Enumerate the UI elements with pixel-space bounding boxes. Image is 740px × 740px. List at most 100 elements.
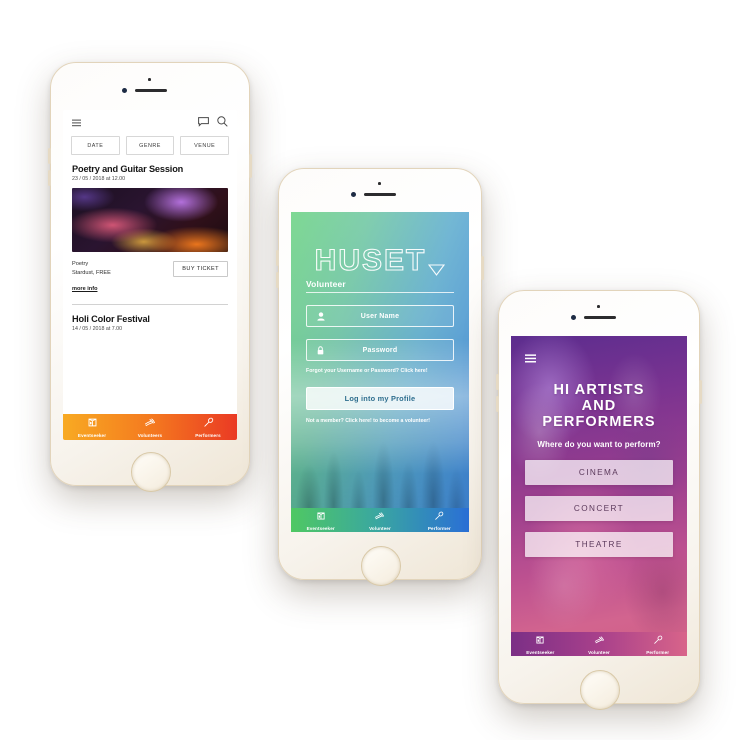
front-camera (122, 88, 127, 93)
bottom-navigation: Eventseeker Volunteer Performer (511, 632, 687, 656)
filter-date-button[interactable]: DATE (71, 136, 120, 155)
hamburger-menu-icon[interactable] (525, 350, 673, 368)
event-genre: Poetry (72, 261, 89, 267)
page-title: HI ARTISTS AND PERFORMERS (525, 382, 673, 431)
power-button[interactable] (481, 256, 484, 280)
login-content: HUSET Volunteer User Name Password Forgo… (291, 212, 469, 532)
volume-up-button[interactable] (276, 250, 279, 266)
power-button[interactable] (249, 154, 252, 178)
nav-item-performer[interactable]: Performer (410, 508, 469, 532)
more-info-link[interactable]: more info (63, 286, 106, 292)
phone1-screen: DATE GENRE VENUE Poetry and Guitar Sessi… (63, 110, 237, 440)
buy-ticket-button[interactable]: BUY TICKET (173, 260, 228, 277)
wings-icon (594, 632, 605, 650)
nav-item-performer[interactable]: Performer (628, 632, 687, 656)
option-concert-button[interactable]: CONCERT (525, 495, 673, 521)
proximity-sensor (378, 182, 381, 185)
nav-label: Performer (646, 650, 670, 656)
phone-mockup-eventseeker: DATE GENRE VENUE Poetry and Guitar Sessi… (48, 62, 252, 492)
nav-label: Volunteers (137, 433, 163, 439)
ticket-icon (535, 632, 545, 650)
brand-logo: HUSET (306, 244, 454, 277)
power-button[interactable] (699, 380, 702, 404)
password-field[interactable]: Password (306, 339, 454, 361)
event-card-holi[interactable]: Holi Color Festival 14 / 05 / 2018 at 7.… (63, 314, 237, 332)
event-title: Poetry and Guitar Session (72, 164, 184, 174)
username-field[interactable]: User Name (306, 305, 454, 327)
event-genre-venue: Poetry Stardust, FREE (72, 260, 111, 277)
nav-label: Performers (195, 433, 221, 439)
event-photo (72, 188, 228, 252)
volume-up-button[interactable] (48, 148, 51, 164)
list-divider (72, 304, 228, 306)
app-header (63, 110, 237, 136)
nav-label: Eventseeker (306, 526, 335, 532)
home-button[interactable] (580, 670, 620, 710)
phone3-screen: HI ARTISTS AND PERFORMERS Where do you w… (511, 336, 687, 656)
nav-item-volunteer[interactable]: Volunteer (350, 508, 409, 532)
search-icon[interactable] (217, 114, 228, 132)
nav-label: Volunteer (369, 526, 391, 532)
front-camera (351, 192, 356, 197)
filter-bar: DATE GENRE VENUE (63, 136, 237, 155)
volume-down-button[interactable] (496, 396, 499, 412)
login-button[interactable]: Log into my Profile (306, 387, 454, 410)
wings-icon (144, 415, 156, 433)
nav-label: Eventseeker (526, 650, 555, 656)
nav-item-volunteer[interactable]: Volunteer (570, 632, 629, 656)
chat-bubble-icon[interactable] (198, 114, 209, 132)
front-camera (571, 315, 576, 320)
lock-icon (317, 345, 324, 355)
prompt-question: Where do you want to perform? (537, 439, 661, 449)
nav-item-performers[interactable]: Performers (179, 415, 237, 439)
proximity-sensor (148, 78, 151, 81)
forgot-credentials-link[interactable]: Forgot your Username or Password? Click … (306, 368, 454, 374)
brand-subtitle: Volunteer (306, 279, 454, 293)
home-button[interactable] (131, 452, 171, 492)
earpiece-speaker (364, 193, 396, 196)
mockup-stage: DATE GENRE VENUE Poetry and Guitar Sessi… (0, 0, 740, 740)
title-line-1: HI ARTISTS (553, 382, 645, 398)
volume-up-button[interactable] (496, 374, 499, 390)
volume-down-button[interactable] (276, 272, 279, 288)
nav-item-eventseeker[interactable]: Eventseeker (291, 508, 350, 532)
option-theatre-button[interactable]: THEATRE (525, 531, 673, 557)
filter-genre-button[interactable]: GENRE (125, 136, 175, 155)
nav-item-eventseeker[interactable]: Eventseeker (511, 632, 570, 656)
hamburger-menu-icon[interactable] (72, 114, 81, 132)
username-placeholder: User Name (360, 312, 400, 320)
password-placeholder: Password (362, 346, 398, 354)
user-icon (317, 311, 325, 321)
ticket-icon (316, 508, 326, 526)
become-volunteer-link[interactable]: Not a member? Click here! to become a vo… (306, 418, 454, 424)
bottom-navigation: Eventseeker Volunteer Performer (291, 508, 469, 532)
nav-label: Performer (427, 526, 451, 532)
volume-down-button[interactable] (48, 170, 51, 186)
phone2-screen: HUSET Volunteer User Name Password Forgo… (291, 212, 469, 532)
earpiece-speaker (584, 316, 616, 319)
downward-triangle-icon (428, 264, 446, 276)
option-cinema-button[interactable]: CINEMA (525, 459, 673, 485)
event-card-poetry[interactable]: Poetry and Guitar Session 23 / 05 / 2018… (63, 164, 237, 295)
nav-item-volunteers[interactable]: Volunteers (121, 415, 179, 439)
brand-name: HUSET (314, 244, 427, 277)
title-line-3: PERFORMERS (542, 414, 656, 431)
microphone-icon (434, 508, 444, 526)
event-date: 14 / 05 / 2018 at 7.00 (72, 326, 123, 333)
microphone-icon (203, 415, 214, 433)
performers-content: HI ARTISTS AND PERFORMERS Where do you w… (511, 336, 687, 656)
event-title: Holi Color Festival (72, 314, 150, 325)
earpiece-speaker (135, 89, 167, 92)
proximity-sensor (597, 305, 600, 308)
phone-mockup-login: HUSET Volunteer User Name Password Forgo… (276, 168, 484, 586)
nav-item-eventseeker[interactable]: Eventseeker (63, 415, 121, 439)
event-venue-price: Stardust, FREE (72, 269, 111, 276)
event-date: 23 / 05 / 2018 at 12.00 (72, 176, 126, 182)
phone-mockup-performers: HI ARTISTS AND PERFORMERS Where do you w… (496, 290, 702, 710)
nav-label: Volunteer (588, 650, 610, 656)
event-meta-row: Poetry Stardust, FREE BUY TICKET (63, 260, 237, 277)
microphone-icon (653, 632, 663, 650)
home-button[interactable] (361, 546, 401, 586)
filter-venue-button[interactable]: VENUE (180, 136, 230, 155)
title-line-2: AND (581, 398, 617, 415)
